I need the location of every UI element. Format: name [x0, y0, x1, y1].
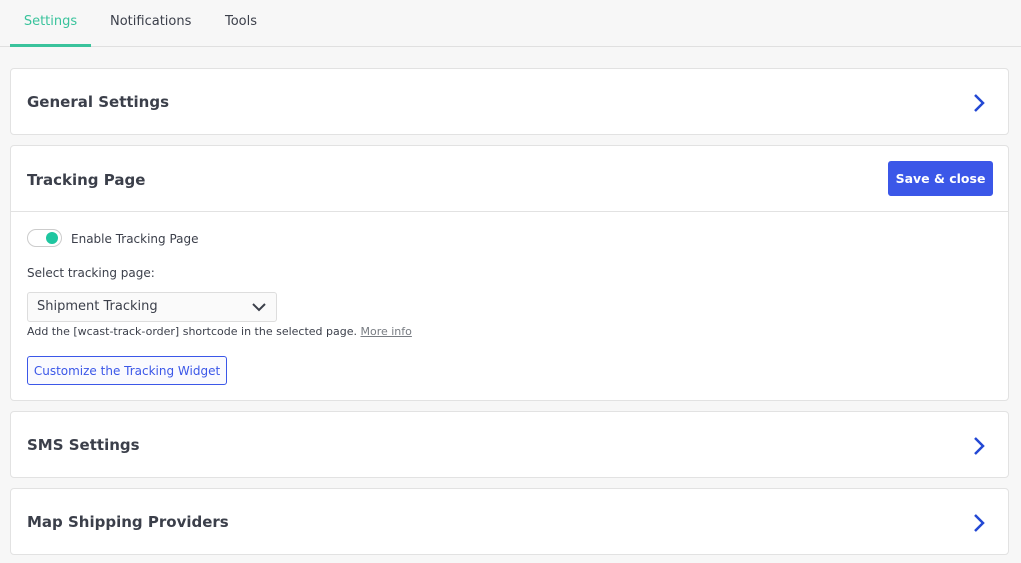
chevron-right-icon[interactable]: [972, 512, 986, 534]
help-text: Add the [wcast-track-order] shortcode in…: [27, 325, 412, 338]
select-value: Shipment Tracking: [37, 299, 158, 314]
tab-settings[interactable]: Settings: [10, 0, 91, 47]
general-settings-card[interactable]: General Settings: [10, 68, 1009, 135]
divider: [11, 211, 1008, 212]
map-shipping-providers-card[interactable]: Map Shipping Providers: [10, 488, 1009, 555]
tab-notifications[interactable]: Notifications: [110, 0, 191, 47]
tracking-page-select[interactable]: Shipment Tracking: [27, 292, 277, 322]
save-close-button[interactable]: Save & close: [888, 161, 993, 196]
card-title: Tracking Page: [27, 171, 146, 189]
sms-settings-card[interactable]: SMS Settings: [10, 411, 1009, 478]
toggle-label: Enable Tracking Page: [71, 232, 199, 246]
customize-widget-button[interactable]: Customize the Tracking Widget: [27, 356, 227, 385]
chevron-right-icon[interactable]: [972, 92, 986, 114]
toggle-knob: [46, 232, 58, 244]
tab-bar: Settings Notifications Tools: [0, 0, 1021, 47]
card-title: Map Shipping Providers: [27, 513, 229, 531]
help-text-body: Add the [wcast-track-order] shortcode in…: [27, 325, 357, 338]
chevron-right-icon[interactable]: [972, 435, 986, 457]
card-title: General Settings: [27, 93, 170, 111]
more-info-link[interactable]: More info: [360, 325, 411, 338]
tracking-page-card: Tracking Page Save & close Enable Tracki…: [10, 145, 1009, 401]
enable-tracking-toggle[interactable]: [27, 229, 62, 247]
select-label: Select tracking page:: [27, 266, 155, 280]
chevron-down-icon: [252, 303, 266, 312]
card-title: SMS Settings: [27, 436, 140, 454]
tab-tools[interactable]: Tools: [225, 0, 257, 47]
